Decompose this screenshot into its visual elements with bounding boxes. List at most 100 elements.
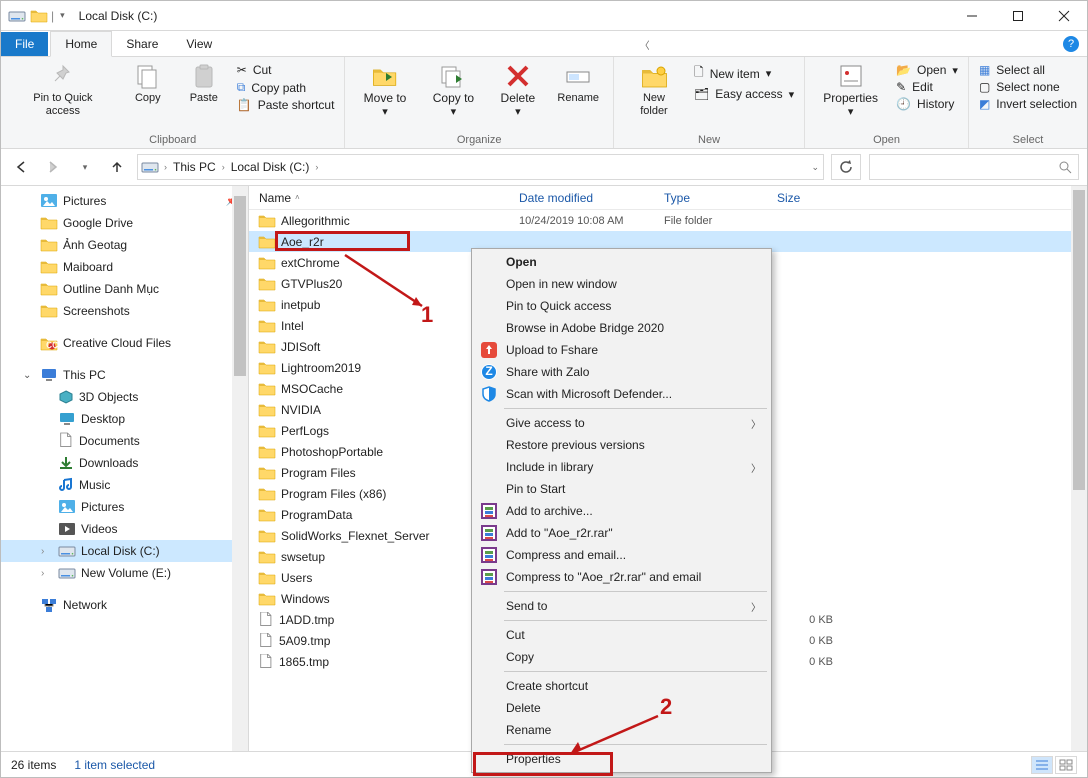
nav-pane[interactable]: Pictures📌Google DriveẢnh GeotagMaiboardO… — [1, 186, 249, 751]
nav-up-button[interactable] — [105, 155, 129, 179]
move-to-button[interactable]: Move to ▾ — [355, 61, 414, 121]
context-item[interactable]: Browse in Adobe Bridge 2020 — [474, 317, 769, 339]
close-button[interactable] — [1041, 1, 1087, 31]
nav-forward-button[interactable] — [41, 155, 65, 179]
properties-button[interactable]: Properties ▾ — [815, 61, 886, 121]
scrollbar[interactable] — [1071, 210, 1087, 751]
tree-item[interactable]: Outline Danh Mục — [1, 278, 248, 300]
address-box[interactable]: › This PC › Local Disk (C:) › ⌄ — [137, 154, 824, 180]
copy-button[interactable]: Copy — [125, 61, 171, 107]
context-item[interactable]: Pin to Start — [474, 478, 769, 500]
context-item[interactable]: Open — [474, 251, 769, 273]
crumb-disk[interactable]: Local Disk (C:) — [231, 160, 310, 174]
scrollbar-thumb[interactable] — [1073, 210, 1085, 490]
paste-button[interactable]: Paste — [181, 61, 227, 107]
crumb-thispc[interactable]: This PC — [173, 160, 216, 174]
tree-item[interactable]: Videos — [1, 518, 248, 540]
tab-share[interactable]: Share — [112, 32, 172, 56]
tree-item[interactable]: Screenshots — [1, 300, 248, 322]
context-item[interactable]: Properties — [474, 748, 769, 770]
tab-view[interactable]: View — [172, 32, 226, 56]
qat-props-icon[interactable] — [31, 9, 45, 23]
view-thumbs-button[interactable] — [1055, 756, 1077, 774]
tree-item[interactable]: Pictures — [1, 496, 248, 518]
chevron-right-icon[interactable]: › — [315, 162, 318, 172]
new-item-button[interactable]: 🗋New item ▾ — [694, 63, 794, 84]
address-dropdown-icon[interactable]: ⌄ — [811, 162, 819, 173]
context-item[interactable]: Upload to Fshare — [474, 339, 769, 361]
tree-item[interactable]: Downloads — [1, 452, 248, 474]
tree-item[interactable]: ›New Volume (E:) — [1, 562, 248, 584]
tree-item[interactable]: ccCreative Cloud Files — [1, 332, 248, 354]
tab-home[interactable]: Home — [50, 31, 112, 57]
context-item[interactable]: Compress and email... — [474, 544, 769, 566]
file-row[interactable]: Allegorithmic10/24/2019 10:08 AMFile fol… — [249, 210, 1087, 231]
context-item[interactable]: Open in new window — [474, 273, 769, 295]
qat-dropdown-icon[interactable]: ▾ — [60, 10, 65, 21]
search-box[interactable] — [869, 154, 1079, 180]
scrollbar[interactable] — [232, 186, 248, 751]
open-button[interactable]: 📂Open ▾ — [896, 63, 958, 77]
tree-item[interactable]: Desktop — [1, 408, 248, 430]
col-date[interactable]: Date modified — [509, 191, 654, 205]
context-item[interactable]: Delete — [474, 697, 769, 719]
tree-item[interactable]: Music — [1, 474, 248, 496]
tree-item[interactable]: Documents — [1, 430, 248, 452]
cut-button[interactable]: ✂Cut — [237, 63, 335, 77]
context-item[interactable]: Send to〉 — [474, 595, 769, 617]
scrollbar-thumb[interactable] — [234, 196, 246, 376]
context-item[interactable]: Create shortcut — [474, 675, 769, 697]
col-size[interactable]: Size — [767, 191, 847, 205]
context-item[interactable]: Rename — [474, 719, 769, 741]
chevron-right-icon[interactable]: › — [164, 162, 167, 172]
chevron-right-icon[interactable]: › — [222, 162, 225, 172]
invert-selection-button[interactable]: ◩Invert selection — [979, 97, 1077, 111]
context-item[interactable]: Scan with Microsoft Defender... — [474, 383, 769, 405]
ribbon-group-new: New folder 🗋New item ▾ 🗂Easy access ▾ Ne… — [614, 57, 805, 148]
ribbon-collapse-button[interactable]: 〈 — [634, 33, 656, 56]
tree-item[interactable]: Pictures📌 — [1, 190, 248, 212]
tree-item[interactable]: Ảnh Geotag — [1, 234, 248, 256]
context-item[interactable]: Give access to〉 — [474, 412, 769, 434]
copy-to-button[interactable]: Copy to ▾ — [425, 61, 483, 121]
maximize-button[interactable] — [995, 1, 1041, 31]
context-item[interactable]: Copy — [474, 646, 769, 668]
pin-quick-access-button[interactable]: Pin to Quick access — [11, 61, 115, 120]
edit-button[interactable]: ✎Edit — [896, 80, 958, 94]
select-all-button[interactable]: ▦Select all — [979, 63, 1077, 77]
easy-access-button[interactable]: 🗂Easy access ▾ — [694, 87, 794, 101]
minimize-button[interactable] — [949, 1, 995, 31]
tree-item[interactable]: 3D Objects — [1, 386, 248, 408]
context-item[interactable]: Compress to "Aoe_r2r.rar" and email — [474, 566, 769, 588]
context-item[interactable]: Cut — [474, 624, 769, 646]
expand-icon[interactable]: › — [41, 546, 53, 557]
tree-item[interactable]: Network — [1, 594, 248, 616]
delete-button[interactable]: Delete ▾ — [492, 61, 543, 121]
context-item[interactable]: Pin to Quick access — [474, 295, 769, 317]
expand-icon[interactable]: › — [41, 568, 53, 579]
refresh-button[interactable] — [831, 154, 861, 180]
select-none-button[interactable]: ▢Select none — [979, 80, 1077, 94]
context-item[interactable]: Restore previous versions — [474, 434, 769, 456]
tree-item[interactable]: ›Local Disk (C:) — [1, 540, 248, 562]
tab-file[interactable]: File — [1, 32, 48, 56]
context-item[interactable]: Add to "Aoe_r2r.rar" — [474, 522, 769, 544]
paste-shortcut-button[interactable]: 📋Paste shortcut — [237, 98, 335, 112]
tree-item[interactable]: ⌄This PC — [1, 364, 248, 386]
nav-back-button[interactable] — [9, 155, 33, 179]
col-type[interactable]: Type — [654, 191, 767, 205]
rename-button[interactable]: Rename — [553, 61, 602, 107]
new-folder-button[interactable]: New folder — [624, 61, 684, 120]
nav-recent-button[interactable]: ▾ — [73, 155, 97, 179]
tree-item[interactable]: Maiboard — [1, 256, 248, 278]
view-details-button[interactable] — [1031, 756, 1053, 774]
expand-icon[interactable]: ⌄ — [23, 370, 35, 381]
context-item[interactable]: Include in library〉 — [474, 456, 769, 478]
copy-path-button[interactable]: ⧉Copy path — [237, 80, 335, 95]
context-item[interactable]: Add to archive... — [474, 500, 769, 522]
tree-item[interactable]: Google Drive — [1, 212, 248, 234]
history-button[interactable]: 🕘History — [896, 97, 958, 111]
help-button[interactable]: ? — [1063, 36, 1079, 52]
col-name[interactable]: Name ˄ — [249, 191, 509, 205]
context-item[interactable]: ZShare with Zalo — [474, 361, 769, 383]
